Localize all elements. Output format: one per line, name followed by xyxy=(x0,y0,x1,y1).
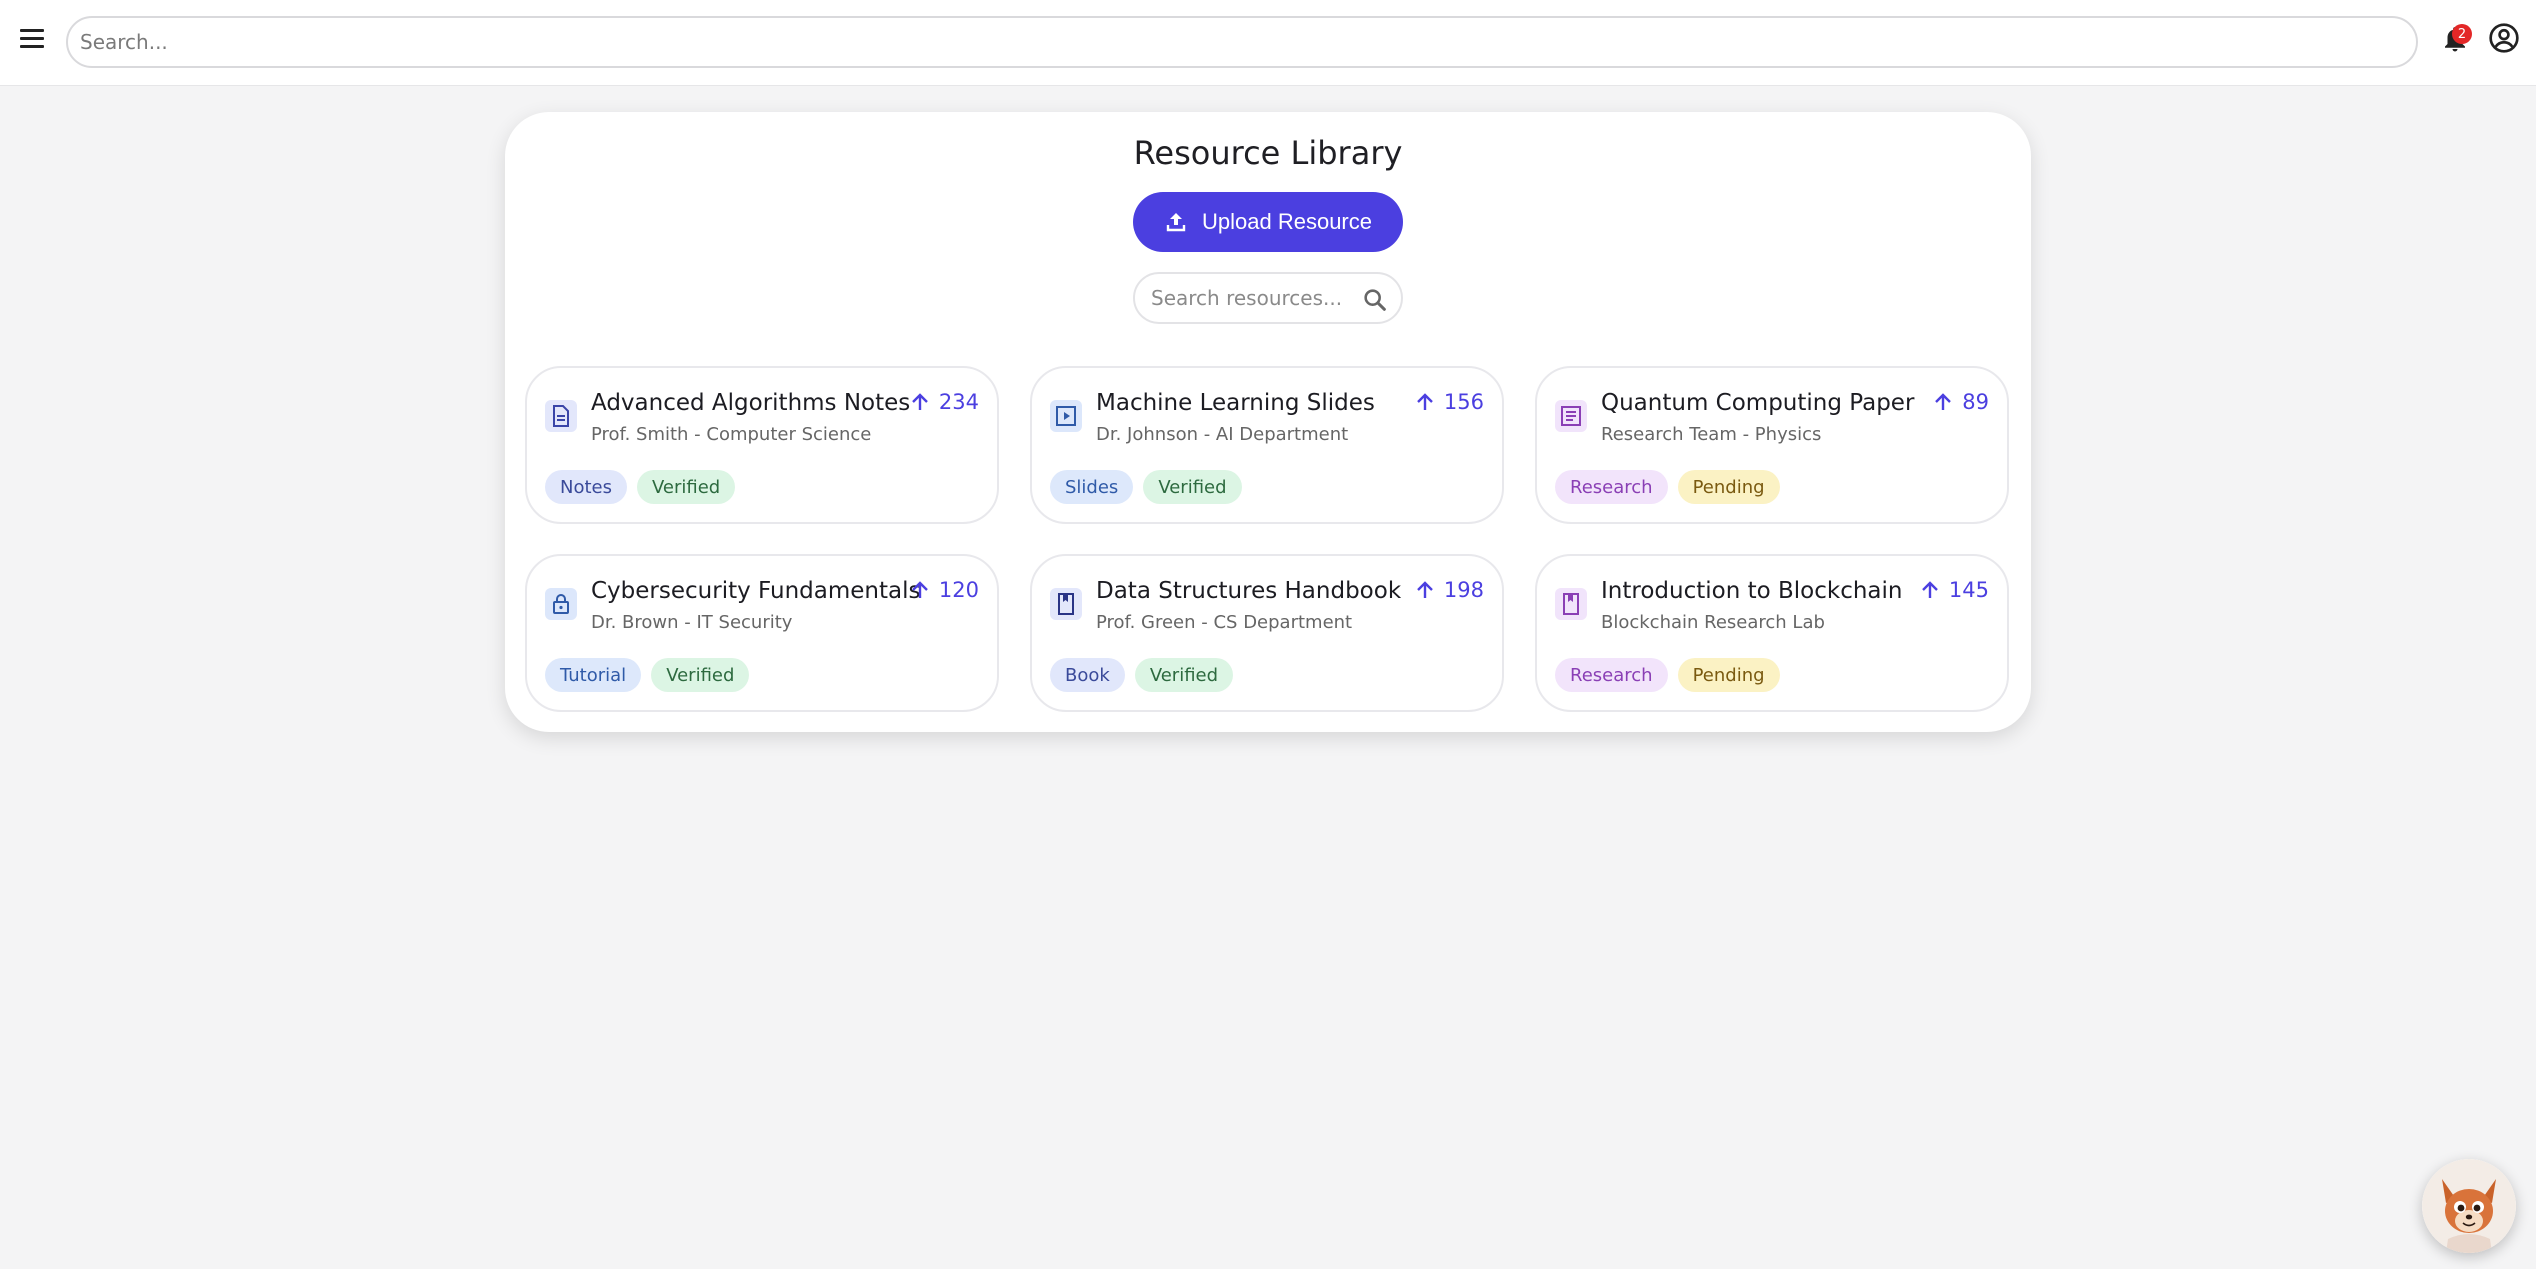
book-icon xyxy=(1050,588,1082,620)
upvote-count: 89 xyxy=(1962,390,1989,414)
card-title: Data Structures Handbook xyxy=(1096,578,1402,604)
upload-resource-button[interactable]: Upload Resource xyxy=(1133,192,1403,252)
upvote-count: 145 xyxy=(1948,578,1989,602)
resource-search-box xyxy=(1133,272,1403,324)
card-title: Introduction to Blockchain xyxy=(1601,578,1903,604)
book-icon xyxy=(1555,588,1587,620)
arrow-up-icon xyxy=(1935,393,1952,410)
type-tag: Book xyxy=(1050,658,1125,692)
card-author: Prof. Smith - Computer Science xyxy=(591,424,872,445)
type-tag: Research xyxy=(1555,658,1668,692)
assistant-avatar[interactable] xyxy=(2422,1159,2516,1253)
resource-card[interactable]: Quantum Computing Paper Research Team - … xyxy=(1535,366,2009,524)
card-author: Research Team - Physics xyxy=(1601,424,1822,445)
notification-badge: 2 xyxy=(2452,24,2472,44)
status-badge: Verified xyxy=(651,658,750,692)
card-title: Cybersecurity Fundamentals xyxy=(591,578,921,604)
status-badge: Verified xyxy=(637,470,736,504)
arrow-up-icon xyxy=(912,393,928,410)
upvote-button[interactable]: 145 xyxy=(1919,576,1989,604)
upvote-button[interactable]: 156 xyxy=(1414,388,1484,416)
arrow-up-icon xyxy=(1417,581,1433,598)
resource-card[interactable]: Introduction to Blockchain Blockchain Re… xyxy=(1535,554,2009,712)
global-search-input[interactable] xyxy=(66,16,2418,68)
document-icon xyxy=(545,400,577,432)
card-author: Dr. Johnson - AI Department xyxy=(1096,424,1349,445)
menu-icon[interactable] xyxy=(16,22,48,54)
type-tag: Slides xyxy=(1050,470,1134,504)
upvote-count: 120 xyxy=(938,578,979,602)
card-title: Advanced Algorithms Notes xyxy=(591,390,911,416)
slides-play-icon xyxy=(1050,400,1082,432)
resource-library-panel: Resource Library Upload Resource Advance… xyxy=(505,112,2031,732)
search-icon[interactable] xyxy=(1361,286,1389,314)
upvote-count: 234 xyxy=(938,390,979,414)
upvote-button[interactable]: 89 xyxy=(1932,388,1989,416)
card-title: Machine Learning Slides xyxy=(1096,390,1375,416)
top-bar: 2 xyxy=(0,0,2536,86)
status-badge: Pending xyxy=(1677,470,1780,504)
card-author: Blockchain Research Lab xyxy=(1601,612,1825,633)
card-author: Prof. Green - CS Department xyxy=(1096,612,1353,633)
status-badge: Pending xyxy=(1677,658,1780,692)
resource-card[interactable]: Cybersecurity Fundamentals Dr. Brown - I… xyxy=(525,554,999,712)
resource-card[interactable]: Advanced Algorithms Notes Prof. Smith - … xyxy=(525,366,999,524)
arrow-up-icon xyxy=(1922,581,1938,598)
card-title: Quantum Computing Paper xyxy=(1601,390,1915,416)
type-tag: Research xyxy=(1555,470,1668,504)
upvote-button[interactable]: 234 xyxy=(909,388,979,416)
fox-mascot-icon xyxy=(2422,1159,2516,1253)
account-icon[interactable] xyxy=(2488,22,2520,54)
upload-resource-label: Upload Resource xyxy=(1202,209,1372,234)
status-badge: Verified xyxy=(1134,658,1234,692)
type-tag: Notes xyxy=(545,470,627,504)
upvote-button[interactable]: 120 xyxy=(909,576,979,604)
upvote-count: 198 xyxy=(1443,578,1484,602)
card-author: Dr. Brown - IT Security xyxy=(591,612,793,633)
type-tag: Tutorial xyxy=(545,658,642,692)
upload-icon xyxy=(1166,213,1186,232)
resource-card[interactable]: Machine Learning Slides Dr. Johnson - AI… xyxy=(1030,366,1504,524)
paper-icon xyxy=(1555,400,1587,432)
upvote-count: 156 xyxy=(1443,390,1484,414)
lock-icon xyxy=(545,588,577,620)
resource-card[interactable]: Data Structures Handbook Prof. Green - C… xyxy=(1030,554,1504,712)
arrow-up-icon xyxy=(1417,393,1433,410)
upvote-button[interactable]: 198 xyxy=(1414,576,1484,604)
status-badge: Verified xyxy=(1143,470,1242,504)
arrow-up-icon xyxy=(912,581,928,598)
resource-search-input[interactable] xyxy=(1151,282,1351,314)
page-title: Resource Library xyxy=(1133,134,1403,172)
